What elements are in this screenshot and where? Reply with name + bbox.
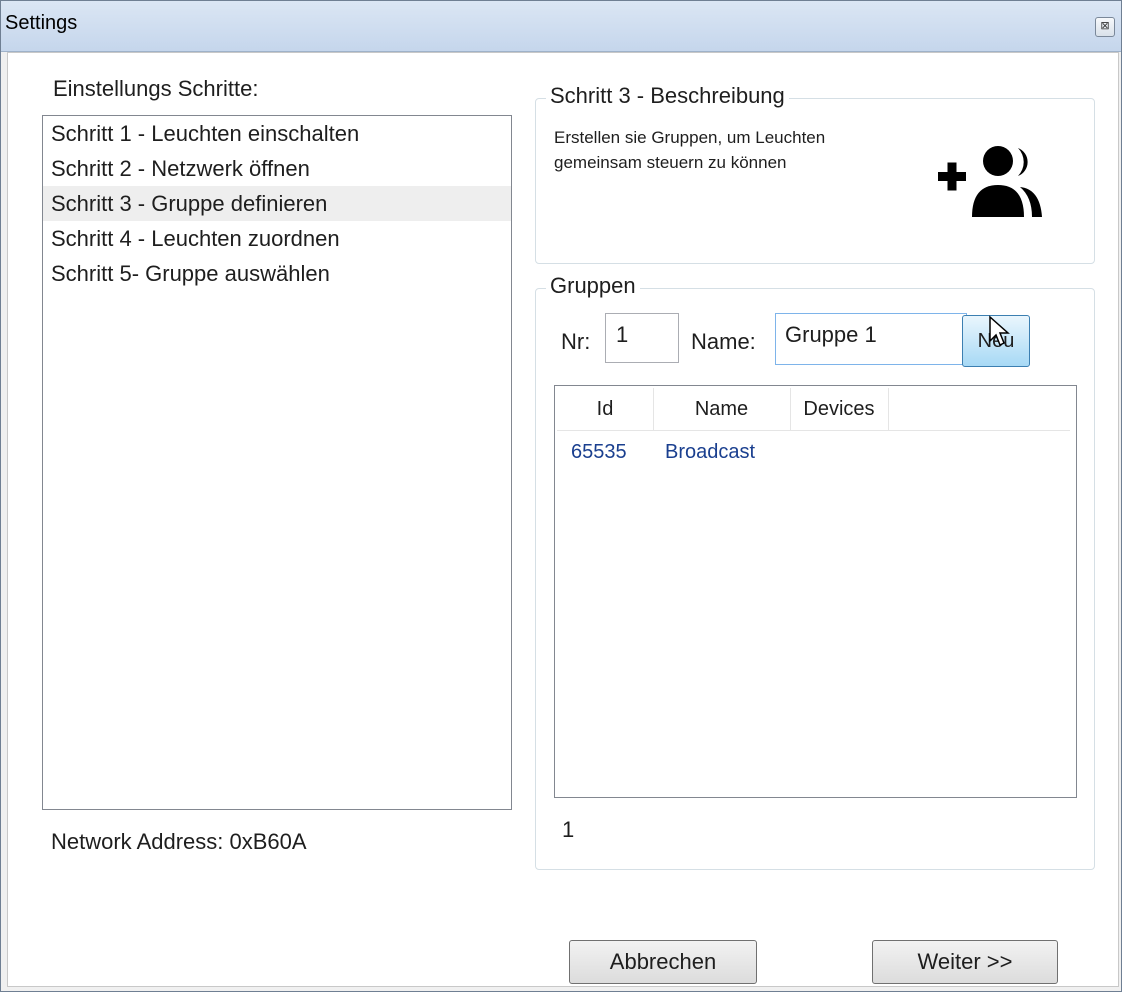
title-bar[interactable]: Settings ⊠ — [1, 1, 1121, 52]
nr-label: Nr: — [561, 329, 591, 354]
mouse-cursor-icon — [989, 315, 1010, 347]
cell-name: Broadcast — [665, 441, 756, 463]
column-header-name[interactable]: Name — [653, 388, 791, 430]
groups-title: Gruppen — [546, 273, 640, 299]
step-item-2[interactable]: Schritt 2 - Netzwerk öffnen — [43, 151, 511, 186]
settings-window: Settings ⊠ Einstellungs Schritte: Schrit… — [0, 0, 1122, 992]
step-item-3[interactable]: Schritt 3 - Gruppe definieren — [43, 186, 511, 221]
nr-input[interactable]: 1 — [605, 313, 679, 363]
close-icon[interactable]: ⊠ — [1095, 17, 1115, 37]
name-label: Name: — [691, 329, 756, 354]
cancel-button[interactable]: Abbrechen — [569, 940, 757, 984]
groups-groupbox: Gruppen Nr: 1 Name: Gruppe 1 Neu Id Name… — [535, 273, 1095, 870]
description-text: Erstellen sie Gruppen, um Leuchten gemei… — [552, 125, 928, 245]
description-line-2: gemeinsam steuern zu können — [554, 153, 787, 172]
table-header: Id Name Devices — [557, 388, 1070, 431]
description-groupbox: Schritt 3 - Beschreibung Erstellen sie G… — [535, 83, 1095, 264]
step-item-1[interactable]: Schritt 1 - Leuchten einschalten — [43, 116, 511, 151]
description-line-1: Erstellen sie Gruppen, um Leuchten — [554, 128, 826, 147]
network-address: Network Address: 0xB60A — [51, 829, 307, 854]
step-item-4[interactable]: Schritt 4 - Leuchten zuordnen — [43, 221, 511, 256]
window-title: Settings — [5, 12, 78, 34]
cell-id: 65535 — [571, 441, 627, 463]
next-button[interactable]: Weiter >> — [872, 940, 1058, 984]
steps-list[interactable]: Schritt 1 - Leuchten einschalten Schritt… — [42, 115, 512, 810]
column-header-devices[interactable]: Devices — [790, 388, 889, 430]
groups-table[interactable]: Id Name Devices 65535 Broadcast — [554, 385, 1077, 798]
description-title: Schritt 3 - Beschreibung — [546, 83, 789, 109]
column-header-id[interactable]: Id — [557, 388, 654, 430]
name-input[interactable]: Gruppe 1 — [775, 313, 967, 365]
step-item-5[interactable]: Schritt 5- Gruppe auswählen — [43, 256, 511, 291]
steps-label: Einstellungs Schritte: — [53, 76, 259, 101]
group-count: 1 — [562, 817, 575, 842]
add-group-icon — [938, 146, 1042, 217]
